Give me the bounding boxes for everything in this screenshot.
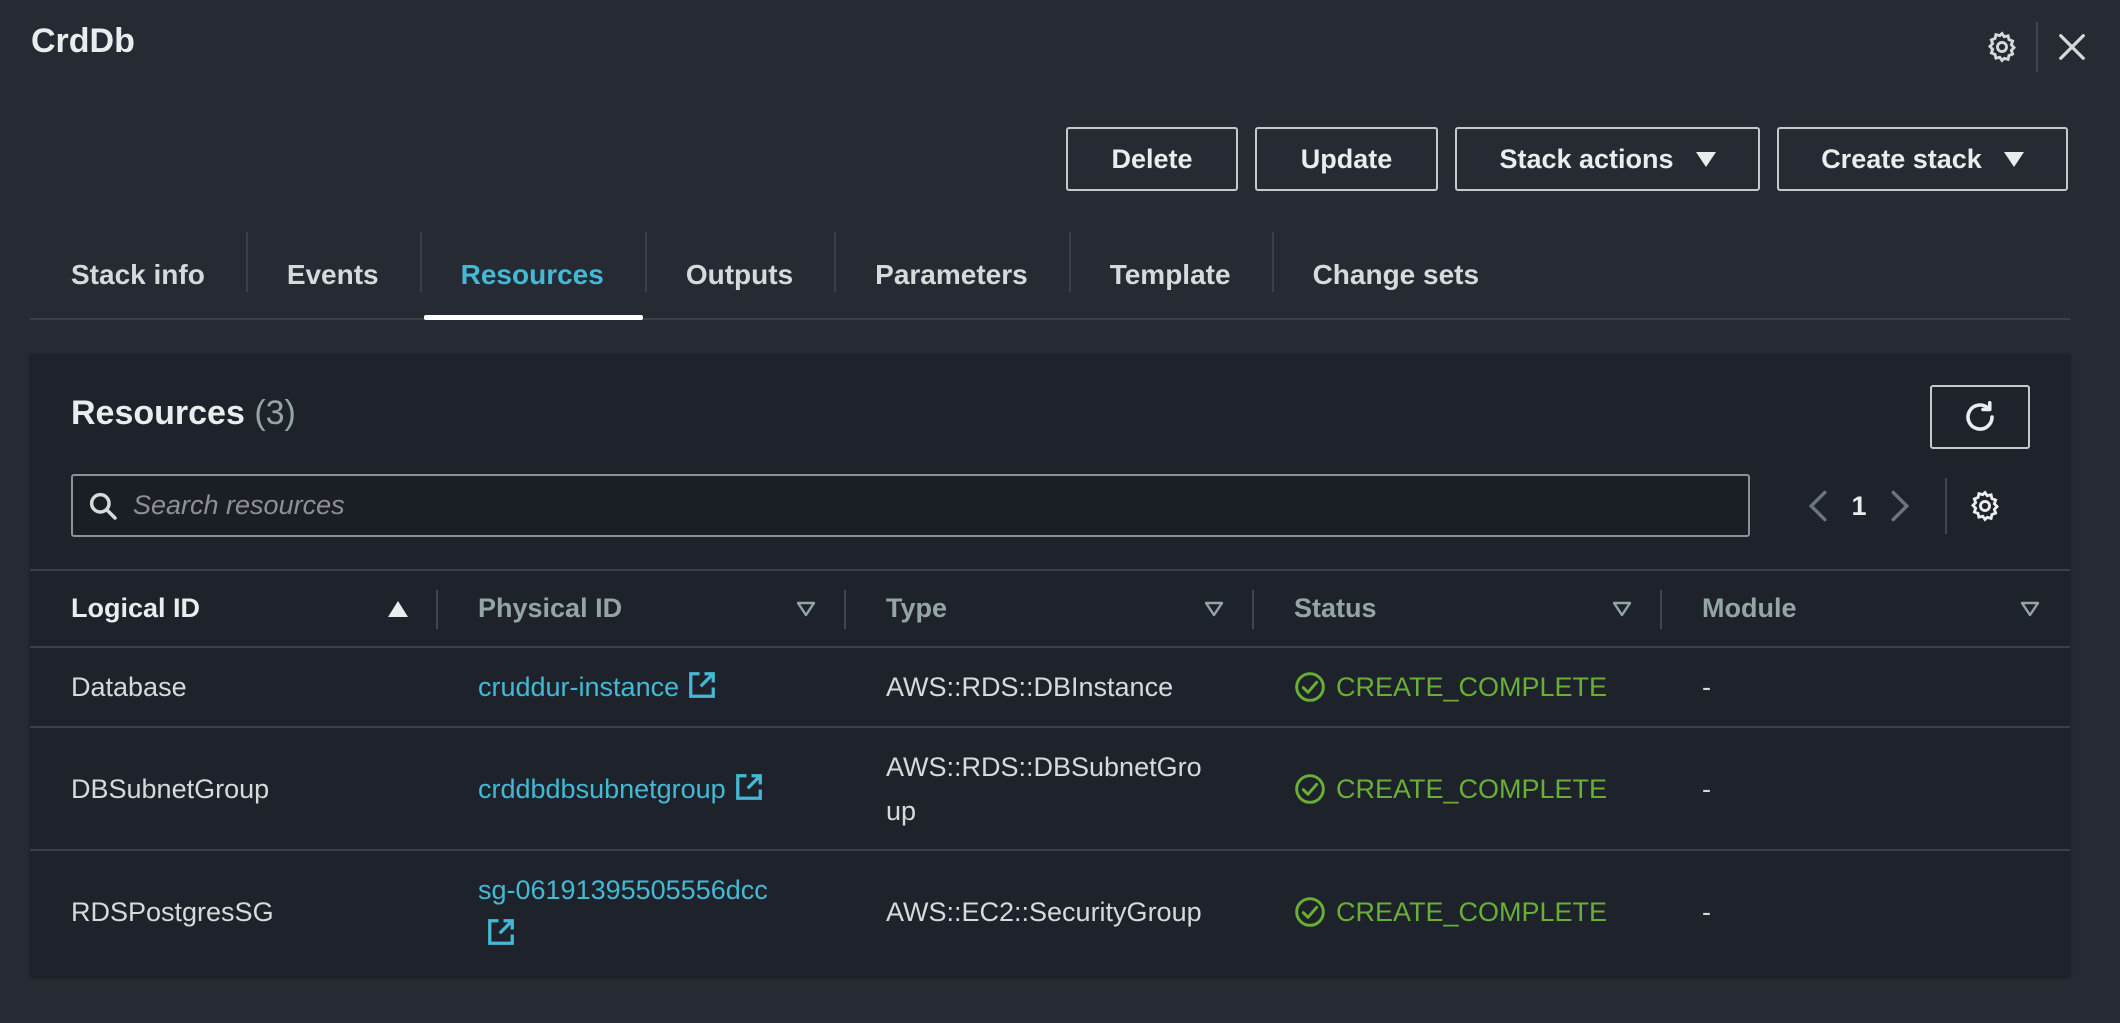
tab-parameters[interactable]: Parameters — [834, 232, 1069, 318]
column-header-logical-id[interactable]: Logical ID — [30, 571, 438, 646]
stack-details-page: CrdDb Delete Update Stack actions Create… — [0, 0, 2120, 1023]
tab-outputs[interactable]: Outputs — [644, 232, 834, 318]
external-link-icon[interactable] — [486, 917, 516, 947]
gear-icon[interactable] — [1978, 23, 2026, 71]
status-text: CREATE_COMPLETE — [1336, 897, 1608, 927]
column-header-module[interactable]: Module — [1662, 571, 2070, 646]
stack-actions-toolbar: Delete Update Stack actions Create stack — [1066, 127, 2068, 191]
chevron-right-icon — [1891, 490, 1910, 522]
table-row: Database cruddur-instance AWS::RDS::DBIn… — [30, 648, 2070, 728]
physical-id-cell: crddbdbsubnetgroup — [438, 767, 846, 811]
column-header-status[interactable]: Status — [1254, 571, 1662, 646]
sort-icon — [2020, 601, 2040, 616]
gear-icon — [1971, 490, 1999, 522]
type-cell: AWS::RDS::DBSubnetGro up — [886, 751, 1202, 826]
search-resources-field[interactable] — [71, 474, 1750, 537]
table-preferences-button[interactable] — [1961, 478, 2009, 534]
page-title: CrdDb — [31, 22, 135, 60]
type-cell: AWS::EC2::SecurityGroup — [886, 897, 1202, 927]
module-cell: - — [1702, 672, 1711, 702]
check-circle-icon — [1295, 897, 1325, 927]
table-row: RDSPostgresSG sg-06191395505556dcc AWS::… — [30, 851, 2070, 973]
search-icon — [89, 492, 117, 520]
physical-id-link[interactable]: cruddur-instance — [478, 672, 679, 702]
status-text: CREATE_COMPLETE — [1336, 773, 1608, 804]
column-header-physical-id[interactable]: Physical ID — [438, 571, 846, 646]
external-link-icon[interactable] — [687, 670, 717, 700]
create-stack-dropdown[interactable]: Create stack — [1777, 127, 2068, 191]
sort-icon — [1612, 601, 1632, 616]
sort-ascending-icon — [388, 600, 408, 617]
status-cell: CREATE_COMPLETE — [1254, 890, 1662, 934]
resources-table: Logical ID Physical ID Type Status Modul… — [30, 569, 2070, 973]
update-button[interactable]: Update — [1255, 127, 1438, 191]
previous-page-button[interactable] — [1795, 478, 1841, 534]
pagination: 1 — [1795, 478, 2009, 534]
physical-id-cell: sg-06191395505556dcc — [438, 868, 846, 956]
physical-id-link[interactable]: sg-06191395505556dcc — [478, 875, 768, 905]
header-divider — [2036, 22, 2038, 72]
tab-resources[interactable]: Resources — [419, 232, 645, 320]
module-cell: - — [1702, 773, 1711, 804]
sort-icon — [796, 601, 816, 616]
status-cell: CREATE_COMPLETE — [1254, 665, 1662, 709]
module-cell: - — [1702, 897, 1711, 927]
external-link-icon[interactable] — [734, 772, 764, 802]
chevron-left-icon — [1808, 490, 1827, 522]
type-cell: AWS::RDS::DBInstance — [886, 672, 1174, 702]
tab-events[interactable]: Events — [245, 232, 420, 318]
pager-divider — [1945, 478, 1947, 534]
stack-actions-dropdown[interactable]: Stack actions — [1455, 127, 1760, 191]
refresh-icon — [1966, 400, 1994, 431]
header-icons — [1978, 22, 2096, 72]
refresh-button[interactable] — [1930, 385, 2030, 449]
table-header: Logical ID Physical ID Type Status Modul… — [30, 569, 2070, 648]
tab-change-sets[interactable]: Change sets — [1271, 232, 1521, 318]
tab-stack-info[interactable]: Stack info — [30, 232, 246, 318]
caret-down-icon — [2003, 151, 2024, 167]
check-circle-icon — [1295, 672, 1325, 702]
page-number[interactable]: 1 — [1841, 491, 1877, 522]
close-icon[interactable] — [2048, 23, 2096, 71]
sort-icon — [1204, 601, 1224, 616]
status-cell: CREATE_COMPLETE — [1254, 767, 1662, 811]
physical-id-link[interactable]: crddbdbsubnetgroup — [478, 774, 726, 804]
logical-id-cell: RDSPostgresSG — [71, 897, 274, 927]
table-row: DBSubnetGroup crddbdbsubnetgroup AWS::RD… — [30, 728, 2070, 851]
search-input[interactable] — [133, 490, 1748, 521]
tab-template[interactable]: Template — [1068, 232, 1272, 318]
next-page-button[interactable] — [1877, 478, 1923, 534]
check-circle-icon — [1295, 773, 1325, 804]
physical-id-cell: cruddur-instance — [438, 665, 846, 709]
resources-panel: Resources (3) 1 — [30, 354, 2070, 977]
resources-heading: Resources (3) — [71, 394, 296, 432]
caret-down-icon — [1695, 151, 1716, 167]
delete-button[interactable]: Delete — [1066, 127, 1238, 191]
logical-id-cell: DBSubnetGroup — [71, 773, 270, 804]
column-header-type[interactable]: Type — [846, 571, 1254, 646]
status-text: CREATE_COMPLETE — [1336, 672, 1608, 702]
logical-id-cell: Database — [71, 672, 187, 702]
stack-tabs: Stack info Events Resources Outputs Para… — [30, 232, 2070, 320]
resources-count: (3) — [254, 394, 296, 432]
